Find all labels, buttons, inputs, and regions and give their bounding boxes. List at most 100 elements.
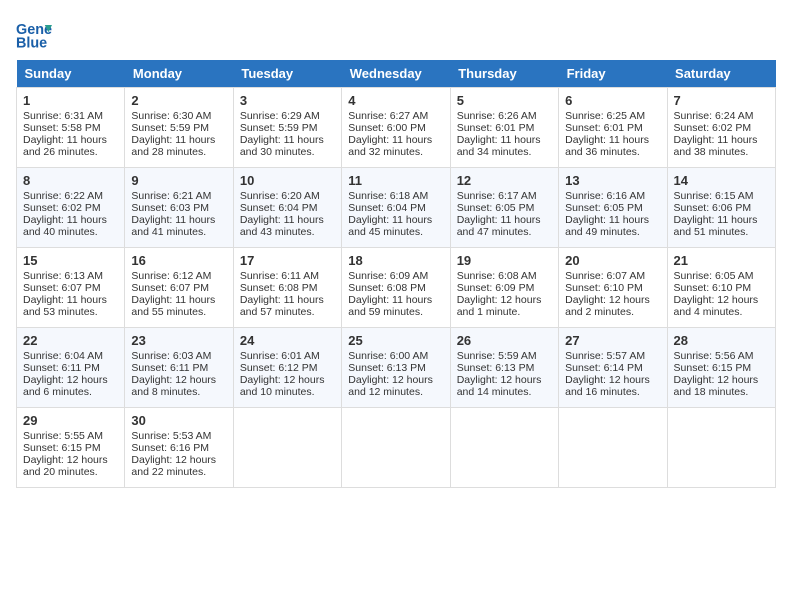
sunrise-text: Sunrise: 6:17 AM xyxy=(457,190,537,202)
calendar-cell: 10 Sunrise: 6:20 AM Sunset: 6:04 PM Dayl… xyxy=(233,168,341,248)
sunset-text: Sunset: 6:09 PM xyxy=(457,282,535,294)
calendar-cell xyxy=(342,408,450,488)
day-number: 14 xyxy=(674,173,769,188)
calendar-cell: 12 Sunrise: 6:17 AM Sunset: 6:05 PM Dayl… xyxy=(450,168,558,248)
day-number: 24 xyxy=(240,333,335,348)
calendar-cell: 11 Sunrise: 6:18 AM Sunset: 6:04 PM Dayl… xyxy=(342,168,450,248)
day-number: 17 xyxy=(240,253,335,268)
calendar-cell: 3 Sunrise: 6:29 AM Sunset: 5:59 PM Dayli… xyxy=(233,88,341,168)
col-header-saturday: Saturday xyxy=(667,60,775,88)
calendar-cell: 18 Sunrise: 6:09 AM Sunset: 6:08 PM Dayl… xyxy=(342,248,450,328)
day-number: 25 xyxy=(348,333,443,348)
sunset-text: Sunset: 5:59 PM xyxy=(131,122,209,134)
calendar-cell: 23 Sunrise: 6:03 AM Sunset: 6:11 PM Dayl… xyxy=(125,328,233,408)
sunset-text: Sunset: 6:03 PM xyxy=(131,202,209,214)
calendar-cell xyxy=(450,408,558,488)
sunrise-text: Sunrise: 6:20 AM xyxy=(240,190,320,202)
week-row-2: 8 Sunrise: 6:22 AM Sunset: 6:02 PM Dayli… xyxy=(17,168,776,248)
sunrise-text: Sunrise: 5:55 AM xyxy=(23,430,103,442)
daylight-text: Daylight: 12 hours and 12 minutes. xyxy=(348,374,433,398)
calendar-cell: 27 Sunrise: 5:57 AM Sunset: 6:14 PM Dayl… xyxy=(559,328,667,408)
col-header-thursday: Thursday xyxy=(450,60,558,88)
daylight-text: Daylight: 11 hours and 38 minutes. xyxy=(674,134,758,158)
sunset-text: Sunset: 6:12 PM xyxy=(240,362,318,374)
sunrise-text: Sunrise: 6:03 AM xyxy=(131,350,211,362)
calendar-cell: 6 Sunrise: 6:25 AM Sunset: 6:01 PM Dayli… xyxy=(559,88,667,168)
calendar-cell: 16 Sunrise: 6:12 AM Sunset: 6:07 PM Dayl… xyxy=(125,248,233,328)
sunset-text: Sunset: 6:11 PM xyxy=(23,362,100,374)
sunset-text: Sunset: 5:58 PM xyxy=(23,122,101,134)
day-number: 27 xyxy=(565,333,660,348)
sunset-text: Sunset: 6:00 PM xyxy=(348,122,426,134)
sunset-text: Sunset: 6:15 PM xyxy=(23,442,101,454)
calendar-cell: 9 Sunrise: 6:21 AM Sunset: 6:03 PM Dayli… xyxy=(125,168,233,248)
sunrise-text: Sunrise: 6:16 AM xyxy=(565,190,645,202)
sunrise-text: Sunrise: 6:26 AM xyxy=(457,110,537,122)
day-number: 30 xyxy=(131,413,226,428)
logo-icon: General Blue xyxy=(16,16,52,52)
daylight-text: Daylight: 11 hours and 26 minutes. xyxy=(23,134,107,158)
sunrise-text: Sunrise: 6:01 AM xyxy=(240,350,320,362)
daylight-text: Daylight: 11 hours and 55 minutes. xyxy=(131,294,215,318)
col-header-monday: Monday xyxy=(125,60,233,88)
sunset-text: Sunset: 6:01 PM xyxy=(457,122,535,134)
sunset-text: Sunset: 6:08 PM xyxy=(348,282,426,294)
calendar-cell: 2 Sunrise: 6:30 AM Sunset: 5:59 PM Dayli… xyxy=(125,88,233,168)
sunrise-text: Sunrise: 6:11 AM xyxy=(240,270,319,282)
sunset-text: Sunset: 6:13 PM xyxy=(457,362,535,374)
sunrise-text: Sunrise: 6:12 AM xyxy=(131,270,211,282)
sunset-text: Sunset: 6:08 PM xyxy=(240,282,318,294)
calendar-table: SundayMondayTuesdayWednesdayThursdayFrid… xyxy=(16,60,776,488)
sunrise-text: Sunrise: 6:13 AM xyxy=(23,270,103,282)
daylight-text: Daylight: 12 hours and 22 minutes. xyxy=(131,454,216,478)
sunset-text: Sunset: 6:05 PM xyxy=(565,202,643,214)
day-number: 3 xyxy=(240,93,335,108)
sunset-text: Sunset: 6:04 PM xyxy=(348,202,426,214)
sunset-text: Sunset: 6:02 PM xyxy=(23,202,101,214)
col-header-tuesday: Tuesday xyxy=(233,60,341,88)
daylight-text: Daylight: 11 hours and 43 minutes. xyxy=(240,214,324,238)
day-number: 19 xyxy=(457,253,552,268)
day-number: 11 xyxy=(348,173,443,188)
sunset-text: Sunset: 6:02 PM xyxy=(674,122,752,134)
sunset-text: Sunset: 6:14 PM xyxy=(565,362,643,374)
sunrise-text: Sunrise: 6:08 AM xyxy=(457,270,537,282)
sunrise-text: Sunrise: 6:07 AM xyxy=(565,270,645,282)
daylight-text: Daylight: 12 hours and 6 minutes. xyxy=(23,374,108,398)
sunrise-text: Sunrise: 6:18 AM xyxy=(348,190,428,202)
day-number: 1 xyxy=(23,93,118,108)
calendar-cell: 4 Sunrise: 6:27 AM Sunset: 6:00 PM Dayli… xyxy=(342,88,450,168)
daylight-text: Daylight: 12 hours and 16 minutes. xyxy=(565,374,650,398)
calendar-cell: 25 Sunrise: 6:00 AM Sunset: 6:13 PM Dayl… xyxy=(342,328,450,408)
calendar-cell: 21 Sunrise: 6:05 AM Sunset: 6:10 PM Dayl… xyxy=(667,248,775,328)
day-number: 9 xyxy=(131,173,226,188)
day-number: 29 xyxy=(23,413,118,428)
daylight-text: Daylight: 12 hours and 14 minutes. xyxy=(457,374,542,398)
calendar-cell: 13 Sunrise: 6:16 AM Sunset: 6:05 PM Dayl… xyxy=(559,168,667,248)
week-row-4: 22 Sunrise: 6:04 AM Sunset: 6:11 PM Dayl… xyxy=(17,328,776,408)
calendar-cell: 15 Sunrise: 6:13 AM Sunset: 6:07 PM Dayl… xyxy=(17,248,125,328)
svg-text:Blue: Blue xyxy=(16,36,47,52)
calendar-cell: 1 Sunrise: 6:31 AM Sunset: 5:58 PM Dayli… xyxy=(17,88,125,168)
daylight-text: Daylight: 11 hours and 28 minutes. xyxy=(131,134,215,158)
daylight-text: Daylight: 11 hours and 40 minutes. xyxy=(23,214,107,238)
day-number: 18 xyxy=(348,253,443,268)
day-number: 4 xyxy=(348,93,443,108)
col-header-sunday: Sunday xyxy=(17,60,125,88)
calendar-cell xyxy=(233,408,341,488)
daylight-text: Daylight: 11 hours and 34 minutes. xyxy=(457,134,541,158)
daylight-text: Daylight: 11 hours and 57 minutes. xyxy=(240,294,324,318)
day-number: 23 xyxy=(131,333,226,348)
logo: General Blue xyxy=(16,16,56,52)
calendar-cell: 20 Sunrise: 6:07 AM Sunset: 6:10 PM Dayl… xyxy=(559,248,667,328)
calendar-cell: 22 Sunrise: 6:04 AM Sunset: 6:11 PM Dayl… xyxy=(17,328,125,408)
sunrise-text: Sunrise: 5:59 AM xyxy=(457,350,537,362)
calendar-cell: 29 Sunrise: 5:55 AM Sunset: 6:15 PM Dayl… xyxy=(17,408,125,488)
day-number: 20 xyxy=(565,253,660,268)
day-number: 22 xyxy=(23,333,118,348)
sunrise-text: Sunrise: 5:57 AM xyxy=(565,350,645,362)
day-number: 28 xyxy=(674,333,769,348)
sunset-text: Sunset: 6:07 PM xyxy=(23,282,101,294)
day-number: 6 xyxy=(565,93,660,108)
sunrise-text: Sunrise: 6:29 AM xyxy=(240,110,320,122)
